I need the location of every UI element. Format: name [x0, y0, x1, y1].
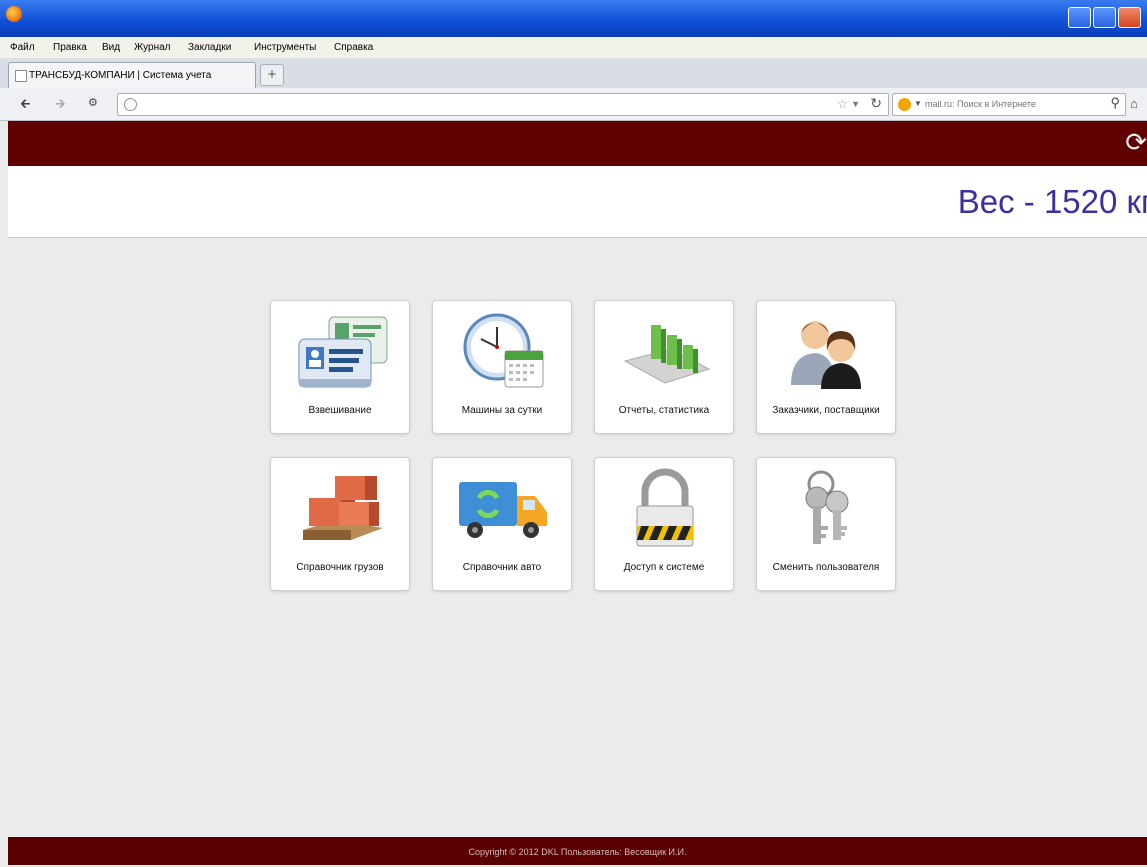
navigation-toolbar: 🡰 🡲 ⚙ ☆ ▼ ↻ ▼ ⚲ ⌂ — [0, 88, 1147, 121]
menu-file[interactable]: Файл — [10, 42, 35, 53]
id-cards-icon — [298, 316, 388, 388]
tile-label: Отчеты, статистика — [618, 405, 710, 416]
search-icon[interactable]: ⚲ — [1110, 95, 1120, 111]
search-input[interactable] — [925, 96, 1095, 111]
browser-tab[interactable]: ТРАНСБУД-КОМПАНИ | Система учета — [8, 62, 256, 88]
tile-system-access[interactable]: Доступ к системе — [594, 457, 734, 591]
tile-label: Доступ к системе — [623, 562, 705, 573]
padlock-icon — [636, 468, 694, 547]
tile-trucks-per-day[interactable]: Машины за сутки — [432, 300, 572, 434]
users-icon — [791, 321, 861, 389]
keys-icon — [805, 470, 849, 544]
chevron-down-icon[interactable]: ▼ — [851, 99, 860, 109]
tile-label: Машины за сутки — [461, 405, 543, 416]
search-engine-icon[interactable] — [898, 98, 911, 111]
close-button[interactable] — [1118, 7, 1141, 28]
tile-label: Сменить пользователя — [772, 562, 880, 573]
tile-customers-suppliers[interactable]: Заказчики, поставщики — [756, 300, 896, 434]
forward-arrow-icon[interactable]: 🡲 — [55, 97, 66, 110]
firefox-icon — [6, 6, 22, 22]
globe-icon — [124, 98, 137, 111]
tile-reports[interactable]: Отчеты, статистика — [594, 300, 734, 434]
app-header-bar: ⟳ — [8, 121, 1147, 166]
window-titlebar — [0, 0, 1147, 37]
bookmark-star-icon[interactable]: ☆ — [837, 97, 848, 111]
menu-edit[interactable]: Правка — [53, 42, 87, 53]
window-controls — [1068, 7, 1141, 28]
history-icon[interactable]: ⚙ — [88, 97, 98, 110]
minimize-button[interactable] — [1068, 7, 1091, 28]
reload-icon[interactable]: ↻ — [870, 95, 882, 112]
bar-chart-icon — [623, 325, 711, 384]
new-tab-button[interactable]: + — [260, 64, 284, 86]
menu-bookmarks[interactable]: Закладки — [188, 42, 231, 53]
clock-calendar-icon — [463, 313, 544, 388]
tile-vehicles-directory[interactable]: Справочник авто — [432, 457, 572, 591]
cargo-boxes-icon — [303, 476, 383, 540]
tile-label: Справочник авто — [462, 562, 542, 573]
menu-tools[interactable]: Инструменты — [254, 42, 316, 53]
tab-strip: ТРАНСБУД-КОМПАНИ | Система учета + — [0, 58, 1147, 89]
weight-panel: Вес - 1520 кг — [8, 166, 1147, 238]
tile-switch-user[interactable]: Сменить пользователя — [756, 457, 896, 591]
tile-label: Взвешивание — [308, 405, 372, 416]
home-icon[interactable]: ⌂ — [1130, 96, 1138, 111]
menu-history[interactable]: Журнал — [134, 42, 171, 53]
tile-cargo-directory[interactable]: Справочник грузов — [270, 457, 410, 591]
tile-weighing[interactable]: Взвешивание — [270, 300, 410, 434]
maximize-button[interactable] — [1093, 7, 1116, 28]
search-bar[interactable]: ▼ ⚲ — [892, 93, 1126, 116]
menu-view[interactable]: Вид — [102, 42, 120, 53]
tab-title: ТРАНСБУД-КОМПАНИ | Система учета — [29, 70, 212, 81]
tile-label: Справочник грузов — [296, 562, 384, 573]
footer-copyright: Copyright © 2012 DKL Пользователь: Весов… — [468, 847, 687, 857]
back-arrow-icon[interactable]: 🡰 — [20, 97, 31, 110]
footer: Copyright © 2012 DKL Пользователь: Весов… — [8, 837, 1147, 865]
page-favicon-icon — [15, 70, 27, 82]
address-bar[interactable]: ☆ ▼ ↻ — [117, 93, 889, 116]
menu-help[interactable]: Справка — [334, 42, 373, 53]
weight-display: Вес - 1520 кг — [957, 183, 1147, 220]
truck-icon — [459, 482, 547, 538]
menu-bar: Файл Правка Вид Журнал Закладки Инструме… — [0, 37, 1147, 58]
logout-icon[interactable]: ⟳ — [1125, 127, 1147, 157]
search-engine-dropdown-icon[interactable]: ▼ — [914, 99, 922, 108]
tile-label: Заказчики, поставщики — [772, 405, 880, 416]
